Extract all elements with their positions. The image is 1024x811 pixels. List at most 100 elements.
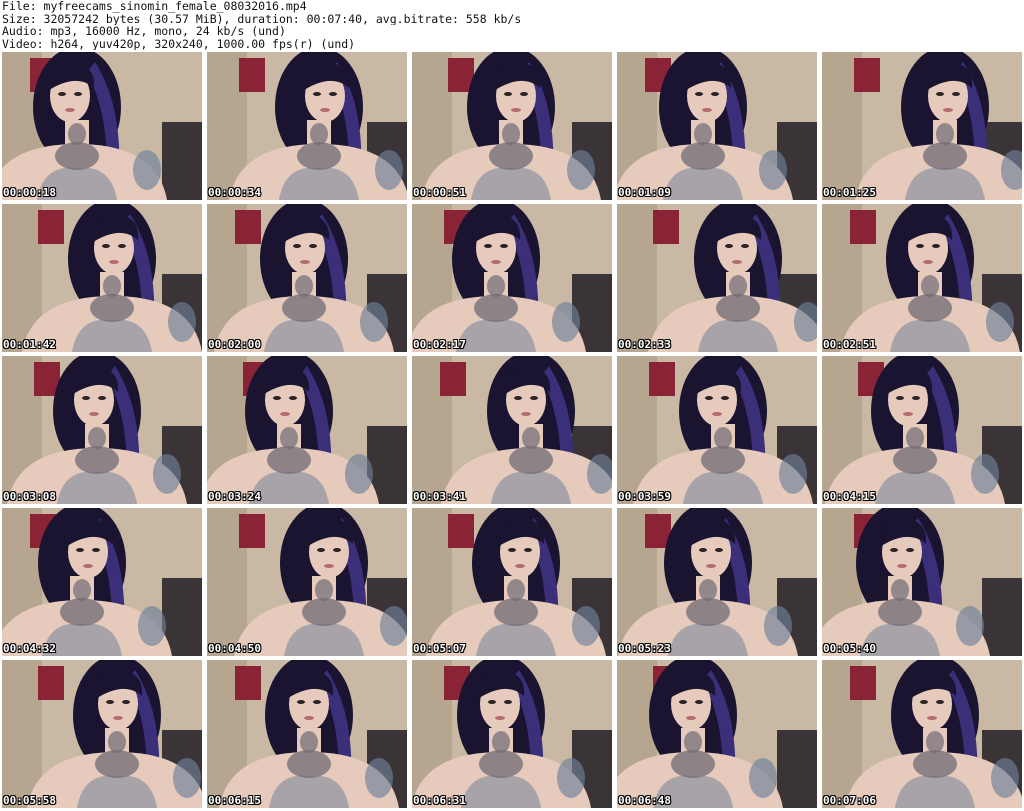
frame-image <box>2 508 202 656</box>
file-name-line: File: myfreecams_sinomin_female_08032016… <box>2 0 307 13</box>
frame-image <box>412 356 612 504</box>
chest-tattoo <box>267 446 311 474</box>
neck-tattoo <box>295 275 313 297</box>
lips <box>109 260 119 264</box>
left-eye <box>488 700 496 704</box>
video-frame-thumbnail: 00:06:48 <box>617 660 817 808</box>
right-eye <box>912 396 920 400</box>
frame-image <box>617 204 817 352</box>
frame-image <box>2 52 202 200</box>
video-frame-thumbnail: 00:02:33 <box>617 204 817 352</box>
chest-tattoo <box>716 294 760 322</box>
frame-timestamp: 00:01:42 <box>3 338 56 351</box>
lips <box>511 108 521 112</box>
neck-tattoo <box>936 123 954 145</box>
chest-tattoo <box>923 142 967 170</box>
right-eye <box>289 396 297 400</box>
left-eye <box>936 92 944 96</box>
video-frame-thumbnail: 00:00:34 <box>207 52 407 200</box>
frame-image <box>822 204 1022 352</box>
left-eye <box>313 92 321 96</box>
neck-tattoo <box>699 579 717 601</box>
right-eye <box>329 92 337 96</box>
frame-image <box>412 508 612 656</box>
arm-tattoo <box>345 454 373 494</box>
arm-tattoo <box>138 606 166 646</box>
neck-tattoo <box>507 579 525 601</box>
frame-image <box>617 52 817 200</box>
wall-poster <box>38 210 64 244</box>
neck-tattoo <box>300 731 318 753</box>
frame-image <box>207 52 407 200</box>
wall-poster <box>653 210 679 244</box>
right-eye <box>741 244 749 248</box>
left-eye <box>514 396 522 400</box>
video-frame-thumbnail: 00:00:18 <box>2 52 202 200</box>
arm-tattoo <box>173 758 201 798</box>
video-frame-thumbnail: 00:07:06 <box>822 660 1022 808</box>
arm-tattoo <box>360 302 388 342</box>
wall-poster <box>235 666 261 700</box>
lips <box>83 564 93 568</box>
frame-image <box>412 204 612 352</box>
frame-timestamp: 00:06:31 <box>413 794 466 807</box>
wall-poster <box>649 362 675 396</box>
chest-tattoo <box>479 750 523 778</box>
lips <box>495 716 505 720</box>
wall-poster <box>239 514 265 548</box>
right-eye <box>504 700 512 704</box>
video-info-line: Video: h264, yuv420p, 320x240, 1000.00 f… <box>2 37 356 50</box>
right-eye <box>695 700 703 704</box>
left-eye <box>916 244 924 248</box>
thumbnail-grid: 00:00:18 00:00:34 00:00:51 00:01:09 00:01:25… <box>2 52 1022 810</box>
video-frame-thumbnail: 00:05:07 <box>412 508 612 656</box>
left-eye <box>58 92 66 96</box>
chest-tattoo <box>681 142 725 170</box>
chest-tattoo <box>282 294 326 322</box>
chest-tattoo <box>701 446 745 474</box>
arm-tattoo <box>991 758 1019 798</box>
lips <box>943 108 953 112</box>
video-frame-thumbnail: 00:02:00 <box>207 204 407 352</box>
chair-back <box>982 578 1022 656</box>
neck-tattoo <box>280 427 298 449</box>
left-eye <box>317 548 325 552</box>
frame-image <box>207 356 407 504</box>
video-frame-thumbnail: 00:03:41 <box>412 356 612 504</box>
neck-tattoo <box>714 427 732 449</box>
frame-image <box>207 660 407 808</box>
arm-tattoo <box>749 758 777 798</box>
frame-image <box>617 660 817 808</box>
lips <box>702 108 712 112</box>
file-info-header: File: myfreecams_sinomin_female_08032016… <box>2 0 1022 52</box>
left-eye <box>102 244 110 248</box>
frame-image <box>822 660 1022 808</box>
wall-poster <box>854 58 880 92</box>
lips <box>113 716 123 720</box>
right-eye <box>715 548 723 552</box>
left-eye <box>890 548 898 552</box>
frame-image <box>822 356 1022 504</box>
frame-timestamp: 00:01:09 <box>618 186 671 199</box>
lips <box>712 412 722 416</box>
right-eye <box>313 700 321 704</box>
frame-timestamp: 00:00:34 <box>208 186 261 199</box>
wall-poster <box>235 210 261 244</box>
frame-timestamp: 00:05:58 <box>3 794 56 807</box>
frame-image <box>207 204 407 352</box>
left-eye <box>273 396 281 400</box>
arm-tattoo <box>380 606 407 646</box>
lips <box>304 716 314 720</box>
file-size-line: Size: 32057242 bytes (30.57 MiB), durati… <box>2 12 522 25</box>
lips <box>89 412 99 416</box>
frame-image <box>617 356 817 504</box>
chest-tattoo <box>908 294 952 322</box>
neck-tattoo <box>694 123 712 145</box>
video-frame-thumbnail: 00:05:23 <box>617 508 817 656</box>
right-eye <box>906 548 914 552</box>
right-eye <box>333 548 341 552</box>
right-eye <box>122 700 130 704</box>
frame-timestamp: 00:07:06 <box>823 794 876 807</box>
frame-timestamp: 00:02:00 <box>208 338 261 351</box>
left-eye <box>76 548 84 552</box>
